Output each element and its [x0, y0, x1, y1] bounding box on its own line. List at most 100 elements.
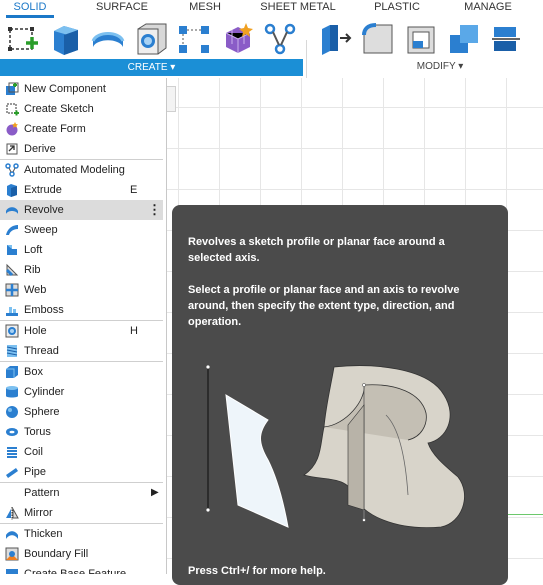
menu-item-thicken[interactable]: Thicken [0, 524, 163, 544]
torus-icon [5, 425, 19, 439]
derive-icon [5, 142, 19, 156]
thread-icon [5, 344, 19, 358]
chevron-down-icon: ▾ [170, 62, 176, 73]
hole-icon [137, 23, 167, 55]
shortcut-key: H [130, 325, 138, 337]
automated-modeling-icon [264, 23, 296, 55]
revolve-illustration [206, 365, 465, 529]
thicken-icon [5, 527, 19, 541]
menu-item-new-component[interactable]: New Component [0, 79, 163, 99]
revolve-tooltip: Revolves a sketch profile or planar face… [172, 205, 508, 585]
extrude-icon [54, 26, 78, 55]
pattern-button[interactable] [176, 21, 212, 57]
pipe-icon [5, 465, 19, 479]
more-options-icon[interactable]: ⋮ [148, 200, 161, 220]
arrow-left-icon [530, 21, 543, 57]
modify-label: MODIFY [416, 61, 456, 72]
cylinder-icon [5, 385, 19, 399]
boundary-fill-icon [5, 547, 19, 561]
menu-item-emboss[interactable]: Emboss [0, 300, 163, 320]
mirror-icon [5, 506, 19, 520]
base-feature-icon [5, 567, 19, 574]
create-form-button[interactable] [220, 21, 256, 57]
combine-icon [450, 25, 478, 53]
tooltip-summary: Revolves a sketch profile or planar face… [188, 236, 445, 264]
tooltip-help-hint: Press Ctrl+/ for more help. [188, 565, 326, 577]
new-component-icon [5, 82, 19, 96]
menu-item-boundary-fill[interactable]: Boundary Fill [0, 544, 163, 564]
menu-item-loft[interactable]: Loft [0, 240, 163, 260]
menu-item-cylinder[interactable]: Cylinder [0, 382, 163, 402]
automated-modeling-button[interactable] [262, 21, 298, 57]
ribbon-tabs: SOLID SURFACE MESH SHEET METAL PLASTIC M… [0, 0, 543, 18]
tab-surface[interactable]: SURFACE [90, 0, 154, 18]
modify-dropdown-button[interactable]: MODIFY ▾ [400, 61, 480, 72]
create-menu: New Component Create Sketch Create Form … [0, 78, 167, 574]
hole-button[interactable] [134, 21, 170, 57]
menu-item-hole[interactable]: Hole H [0, 321, 163, 341]
emboss-icon [5, 303, 19, 317]
menu-item-box[interactable]: Box [0, 362, 163, 382]
create-dropdown-button[interactable]: CREATE ▾ [0, 59, 303, 76]
tab-manage[interactable]: MANAGE [458, 0, 518, 18]
sketch-icon [5, 102, 19, 116]
menu-item-torus[interactable]: Torus [0, 422, 163, 442]
menu-item-sweep[interactable]: Sweep [0, 220, 163, 240]
align-icon [492, 27, 520, 51]
menu-item-create-sketch[interactable]: Create Sketch [0, 99, 163, 119]
menu-item-automated-modeling[interactable]: Automated Modeling [0, 160, 163, 180]
hole-icon [5, 324, 19, 338]
move-icon[interactable] [530, 21, 543, 57]
revolve-button[interactable] [90, 21, 126, 57]
create-label: CREATE [127, 62, 168, 73]
tab-mesh[interactable]: MESH [180, 0, 230, 18]
form-icon [5, 122, 19, 136]
fillet-icon [362, 23, 393, 54]
menu-item-thread[interactable]: Thread [0, 341, 163, 361]
new-sketch-button[interactable] [4, 21, 40, 57]
press-pull-button[interactable] [318, 21, 354, 57]
sphere-icon [5, 405, 19, 419]
menu-item-create-base-feature[interactable]: Create Base Feature [0, 564, 163, 574]
loft-icon [5, 243, 19, 257]
y-axis-line [508, 514, 543, 515]
menu-item-coil[interactable]: Coil [0, 442, 163, 462]
menu-item-sphere[interactable]: Sphere [0, 402, 163, 422]
new-sketch-icon [8, 27, 38, 51]
extrude-icon [5, 183, 19, 197]
form-icon [225, 23, 253, 53]
press-pull-icon [322, 25, 352, 55]
revolve-icon [91, 32, 125, 47]
shortcut-key: E [130, 184, 138, 196]
automated-modeling-icon [5, 163, 19, 177]
revolve-icon [5, 203, 19, 217]
web-icon [5, 283, 19, 297]
chevron-down-icon: ▾ [458, 61, 464, 72]
extrude-button[interactable] [48, 21, 84, 57]
menu-item-rib[interactable]: Rib [0, 260, 163, 280]
browser-panel-edge [166, 86, 176, 112]
menu-item-extrude[interactable]: Extrude E [0, 180, 163, 200]
align-button[interactable] [488, 21, 524, 57]
shell-icon [407, 26, 435, 54]
menu-item-web[interactable]: Web [0, 280, 163, 300]
menu-item-pattern[interactable]: Pattern ▶ [0, 483, 163, 503]
menu-item-create-form[interactable]: Create Form [0, 119, 163, 139]
menu-item-mirror[interactable]: Mirror [0, 503, 163, 523]
shell-button[interactable] [404, 21, 440, 57]
chevron-right-icon: ▶ [151, 487, 159, 498]
box-icon [5, 365, 19, 379]
sweep-icon [5, 223, 19, 237]
tab-solid[interactable]: SOLID [6, 0, 54, 18]
tooltip-detail: Select a profile or planar face and an a… [188, 284, 460, 328]
tab-sheet-metal[interactable]: SHEET METAL [258, 0, 338, 18]
menu-item-revolve[interactable]: Revolve ⋮ [0, 200, 163, 220]
pattern-icon [179, 26, 209, 53]
coil-icon [5, 445, 19, 459]
fillet-button[interactable] [360, 21, 396, 57]
combine-button[interactable] [446, 21, 482, 57]
rib-icon [5, 263, 19, 277]
menu-item-pipe[interactable]: Pipe [0, 462, 163, 482]
tab-plastic[interactable]: PLASTIC [368, 0, 426, 18]
menu-item-derive[interactable]: Derive [0, 139, 163, 159]
